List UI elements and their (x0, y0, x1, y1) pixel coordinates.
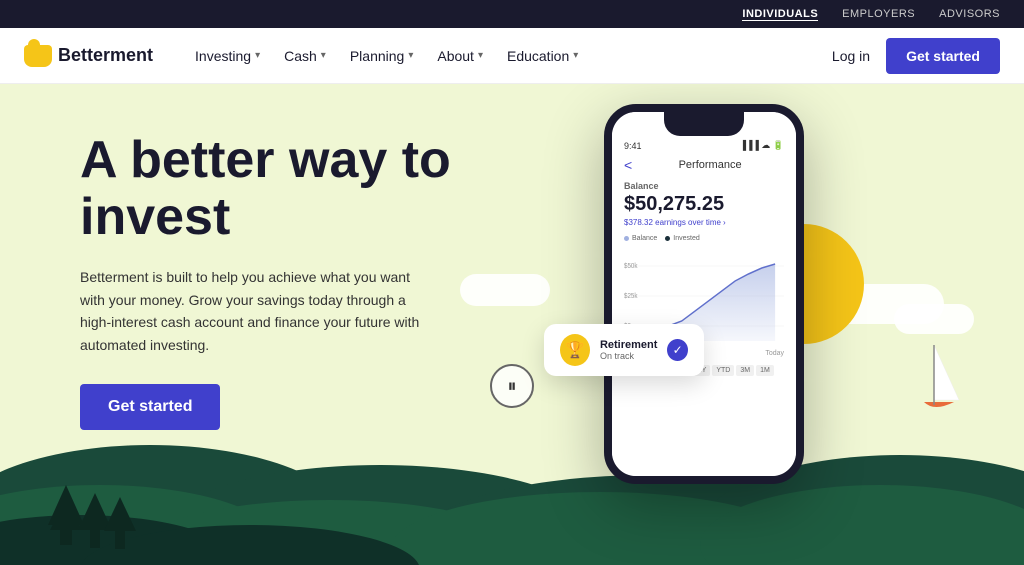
hero-title: A better way to invest (80, 132, 500, 246)
nav-item-cash[interactable]: Cash ▾ (274, 40, 336, 72)
logo-text: Betterment (58, 45, 153, 66)
back-icon[interactable]: < (624, 157, 632, 173)
top-bar: INDIVIDUALS EMPLOYERS ADVISORS (0, 0, 1024, 28)
balance-label: Balance (624, 181, 784, 191)
time-btn-1m[interactable]: 1M (756, 365, 774, 376)
phone-frame: 9:41 ▐▐▐ ☁ 🔋 < Performance Balance $50,2… (604, 104, 804, 484)
time-btn-ytd[interactable]: YTD (712, 365, 734, 376)
top-nav-employers[interactable]: EMPLOYERS (842, 8, 915, 20)
login-link[interactable]: Log in (832, 48, 870, 64)
logo[interactable]: Betterment (24, 45, 153, 67)
legend-dot-invested (665, 236, 670, 241)
hero-content: A better way to invest Betterment is bui… (80, 132, 500, 430)
balance-amount: $50,275.25 (624, 193, 784, 216)
phone-notch (664, 112, 744, 136)
hero-subtitle: Betterment is built to help you achieve … (80, 266, 420, 356)
nav-links: Investing ▾ Cash ▾ Planning ▾ About ▾ Ed… (185, 40, 832, 72)
card-subtitle: On track (600, 351, 657, 361)
chevron-down-icon: ▾ (573, 50, 578, 61)
chevron-right-icon: › (723, 218, 726, 227)
card-text: Retirement On track (600, 339, 657, 361)
time-btn-3m[interactable]: 3M (736, 365, 754, 376)
sailboat-decoration (904, 340, 964, 425)
x-label-end: Today (765, 350, 784, 357)
chevron-down-icon: ▾ (408, 50, 413, 61)
legend-dot-balance (624, 236, 629, 241)
chevron-down-icon: ▾ (478, 50, 483, 61)
phone-mockup: 9:41 ▐▐▐ ☁ 🔋 < Performance Balance $50,2… (604, 104, 824, 484)
phone-time: 9:41 (624, 141, 642, 151)
cloud-decoration (894, 304, 974, 334)
phone-status-bar: 9:41 ▐▐▐ ☁ 🔋 (624, 140, 784, 151)
chevron-down-icon: ▾ (321, 50, 326, 61)
check-icon: ✓ (667, 339, 688, 361)
card-title: Retirement (600, 339, 657, 351)
legend-invested: Invested (665, 235, 699, 242)
svg-text:$50k: $50k (624, 263, 638, 270)
navbar: Betterment Investing ▾ Cash ▾ Planning ▾… (0, 28, 1024, 84)
nav-item-planning[interactable]: Planning ▾ (340, 40, 424, 72)
logo-icon (24, 45, 52, 67)
nav-actions: Log in Get started (832, 38, 1000, 74)
retirement-card: 🏆 Retirement On track ✓ (544, 324, 704, 376)
phone-screen: 9:41 ▐▐▐ ☁ 🔋 < Performance Balance $50,2… (612, 112, 796, 476)
nav-item-about[interactable]: About ▾ (427, 40, 493, 72)
nav-item-investing[interactable]: Investing ▾ (185, 40, 270, 72)
chart-legend: Balance Invested (624, 235, 784, 242)
play-pause-button[interactable]: ⏸ (490, 364, 534, 408)
retirement-icon: 🏆 (560, 334, 590, 366)
legend-balance: Balance (624, 235, 657, 242)
get-started-button-hero[interactable]: Get started (80, 384, 220, 430)
earnings-text: $378.32 earnings over time › (624, 218, 784, 227)
top-nav-individuals[interactable]: INDIVIDUALS (742, 8, 818, 21)
top-nav-advisors[interactable]: ADVISORS (939, 8, 1000, 20)
phone-signal: ▐▐▐ ☁ 🔋 (740, 140, 784, 151)
get-started-button-nav[interactable]: Get started (886, 38, 1000, 74)
phone-header: < Performance (624, 157, 784, 173)
svg-text:$25k: $25k (624, 293, 638, 300)
chevron-down-icon: ▾ (255, 50, 260, 61)
pause-icon: ⏸ (508, 376, 517, 397)
nav-item-education[interactable]: Education ▾ (497, 40, 588, 72)
screen-title: Performance (636, 159, 784, 171)
hero-section: A better way to invest Betterment is bui… (0, 84, 1024, 565)
